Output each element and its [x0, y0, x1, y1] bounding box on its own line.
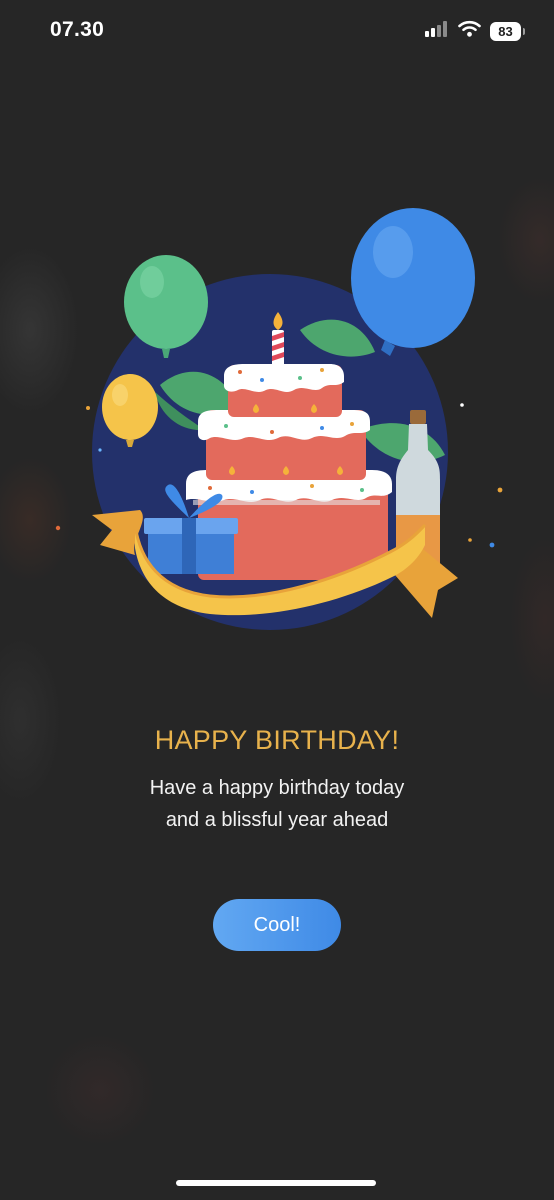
battery-icon: 83: [490, 21, 525, 41]
greeting-message-line-1: Have a happy birthday today: [149, 777, 405, 799]
signal-icon: [425, 20, 449, 42]
home-indicator[interactable]: [176, 1180, 376, 1186]
battery-level: 83: [498, 23, 513, 39]
greeting-message: Have a happy birthday today and a blissf…: [0, 772, 554, 836]
status-bar: 07.30 83: [0, 0, 554, 60]
status-time: 07.30: [50, 18, 105, 41]
birthday-screen: 07.30 83 HAPPY BIRTHDAY! Have a happy bi…: [0, 0, 554, 1200]
greeting-title: HAPPY BIRTHDAY!: [154, 725, 400, 755]
greeting-message-line-2: and a blissful year ahead: [165, 809, 389, 831]
status-icons: 83: [425, 20, 525, 42]
cool-button[interactable]: Cool!: [213, 899, 341, 951]
birthday-cake-illustration: [0, 195, 554, 645]
wifi-icon: [458, 20, 481, 42]
